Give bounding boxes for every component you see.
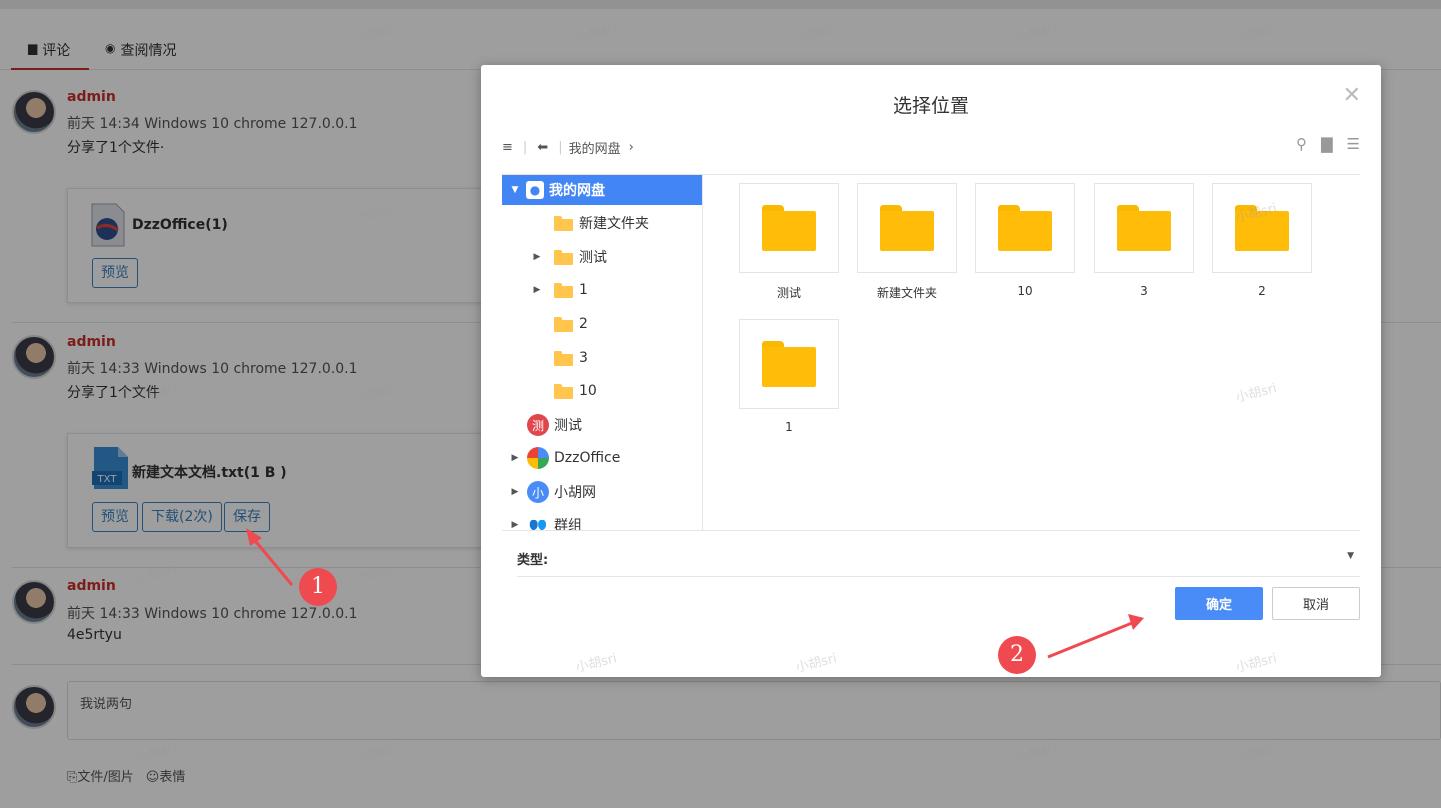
folder-icon	[554, 215, 573, 231]
type-select[interactable]: 类型: ▼	[517, 543, 1360, 577]
folder-icon	[554, 282, 573, 298]
folder-name: 1	[785, 420, 793, 434]
folder-item[interactable]: 10	[975, 183, 1075, 298]
list-view-icon[interactable]: ☰	[1347, 135, 1360, 153]
tree-item-new-folder[interactable]: 新建文件夹	[502, 208, 702, 238]
divider: |	[558, 139, 563, 155]
dialog-title: 选择位置	[892, 95, 969, 117]
close-icon[interactable]: ✕	[1343, 83, 1361, 108]
back-arrow-icon[interactable]: ⬅	[537, 140, 548, 155]
tree-item-test-folder[interactable]: ▶ 测试	[502, 242, 702, 272]
org-badge-icon: 小	[527, 481, 549, 503]
tree-label: 小胡网	[554, 485, 596, 501]
tree-label: 2	[579, 316, 588, 332]
folder-icon	[554, 249, 573, 265]
tree-label: 3	[579, 350, 588, 366]
tree-item-my-drive[interactable]: ▼ ● 我的网盘	[502, 175, 702, 205]
folder-item[interactable]: 1	[739, 319, 839, 434]
caret-right-icon[interactable]: ▶	[510, 487, 520, 497]
tree-label: 我的网盘	[549, 183, 605, 199]
tree-item-xiaohu[interactable]: ▶ 小 小胡网	[502, 477, 702, 507]
tree-item-1[interactable]: ▶ 1	[502, 275, 702, 305]
user-icon: ●	[526, 181, 544, 199]
tree-label: 测试	[579, 250, 607, 266]
folder-icon	[1117, 205, 1171, 251]
select-location-dialog: 选择位置 ✕ ≡ | ⬅ | 我的网盘 › ⚲ ▇ ☰ ▼ ● 我的网盘 新建文…	[481, 65, 1381, 677]
folder-name: 测试	[776, 286, 801, 300]
folder-icon	[998, 205, 1052, 251]
folder-icon	[554, 383, 573, 399]
tree-item-3[interactable]: 3	[502, 343, 702, 373]
type-label: 类型:	[517, 553, 549, 568]
tree-item-2[interactable]: 2	[502, 309, 702, 339]
tree-label: 测试	[554, 418, 582, 434]
tree-label: 群组	[554, 518, 582, 531]
caret-down-icon[interactable]: ▼	[1347, 551, 1354, 561]
folder-item[interactable]: 3	[1094, 183, 1194, 298]
search-icon[interactable]: ⚲	[1296, 135, 1307, 153]
caret-right-icon[interactable]: ▶	[510, 520, 520, 530]
caret-right-icon[interactable]: ▶	[510, 453, 520, 463]
menu-icon[interactable]: ≡	[502, 140, 513, 155]
confirm-button[interactable]: 确定	[1175, 587, 1263, 620]
folder-icon	[762, 341, 816, 387]
folder-name: 新建文件夹	[876, 286, 937, 300]
caret-down-icon[interactable]: ▼	[510, 185, 520, 195]
divider: |	[522, 139, 528, 155]
dzzoffice-logo-icon	[527, 447, 549, 469]
tree-item-dzzoffice[interactable]: ▶ DzzOffice	[502, 443, 702, 473]
dialog-toolbar: ≡ | ⬅ | 我的网盘 › ⚲ ▇ ☰	[502, 135, 1360, 159]
folder-name: 2	[1258, 284, 1266, 298]
tree-item-test-org[interactable]: 测 测试	[502, 410, 702, 440]
folder-item[interactable]: 测试	[739, 183, 839, 301]
breadcrumb[interactable]: 我的网盘	[569, 138, 621, 157]
folder-grid: 测试 新建文件夹 10 3 2 1	[739, 183, 1339, 523]
tree-label: 10	[579, 383, 597, 399]
folder-tree: ▼ ● 我的网盘 新建文件夹 ▶ 测试 ▶ 1 2 3 10 测 测试 ▶ Dz…	[502, 175, 703, 531]
folder-item[interactable]: 新建文件夹	[857, 183, 957, 301]
folder-thumb	[739, 319, 839, 409]
org-badge-icon: 测	[527, 414, 549, 436]
folder-icon	[762, 205, 816, 251]
caret-right-icon[interactable]: ▶	[532, 252, 542, 262]
group-icon: 👥	[528, 516, 548, 531]
tree-item-10[interactable]: 10	[502, 376, 702, 406]
folder-thumb	[975, 183, 1075, 273]
caret-right-icon[interactable]: ▶	[532, 285, 542, 295]
folder-thumb	[1212, 183, 1312, 273]
tree-label: 1	[579, 282, 588, 298]
folder-name: 3	[1140, 284, 1148, 298]
cancel-button[interactable]: 取消	[1272, 587, 1360, 620]
tree-item-groups[interactable]: ▶ 👥 群组	[502, 510, 702, 531]
folder-name: 10	[1017, 284, 1033, 298]
folder-thumb	[857, 183, 957, 273]
annotation-marker-2: 2	[998, 636, 1036, 674]
chevron-right-icon[interactable]: ›	[629, 140, 634, 155]
tree-label: DzzOffice	[554, 450, 621, 466]
folder-thumb	[1094, 183, 1194, 273]
folder-thumb	[739, 183, 839, 273]
folder-icon	[1235, 205, 1289, 251]
dialog-body: ▼ ● 我的网盘 新建文件夹 ▶ 测试 ▶ 1 2 3 10 测 测试 ▶ Dz…	[502, 174, 1360, 531]
annotation-marker-1: 1	[299, 568, 337, 606]
tree-label: 新建文件夹	[579, 216, 649, 232]
folder-item[interactable]: 2	[1212, 183, 1312, 298]
folder-icon	[880, 205, 934, 251]
folder-icon	[554, 350, 573, 366]
folder-icon[interactable]: ▇	[1321, 135, 1333, 153]
folder-icon	[554, 316, 573, 332]
